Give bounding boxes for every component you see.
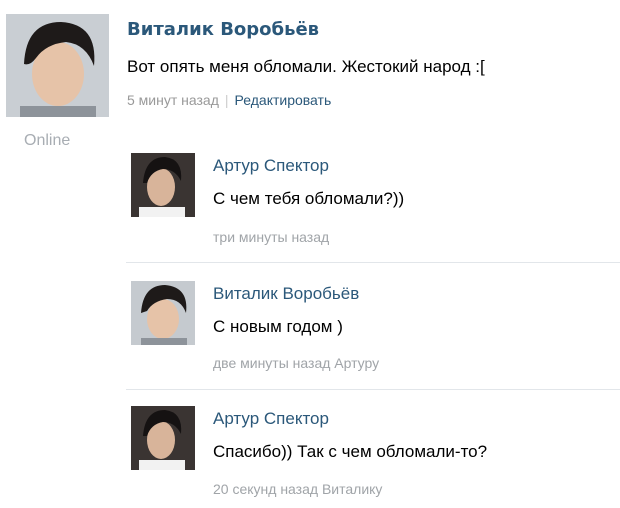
meta-separator: | [224,92,229,108]
comment-avatar[interactable] [131,406,195,470]
comment-timestamp[interactable]: две минуты назад Артуру [213,355,379,371]
post-author-name[interactable]: Виталик Воробьёв [127,19,319,40]
comment-timestamp[interactable]: 20 секунд назад Виталику [213,481,382,497]
comment-text: С новым годом ) [213,317,343,336]
edit-post-link[interactable]: Редактировать [235,92,332,108]
comment-author-name[interactable]: Артур Спектор [213,156,329,176]
comment-text: Спасибо)) Так с чем обломали-то? [213,442,488,461]
comment-author-name[interactable]: Артур Спектор [213,409,329,429]
post-meta: 5 минут назад | Редактировать [127,92,331,108]
comment-timestamp[interactable]: три минуты назад [213,229,329,245]
comment-author-name[interactable]: Виталик Воробьёв [213,284,359,304]
avatar-photo-icon [131,406,195,470]
comment-avatar[interactable] [131,153,195,217]
online-status: Online [24,132,71,149]
comment-avatar[interactable] [131,281,195,345]
post-author-avatar[interactable] [6,14,109,117]
comment-divider [126,389,620,390]
post-timestamp[interactable]: 5 минут назад [127,92,219,108]
comment-text: С чем тебя обломали?)) [213,189,405,208]
comment-divider [126,262,620,263]
avatar-photo-icon [131,153,195,217]
avatar-photo-icon [131,281,195,345]
post-text: Вот опять меня обломали. Жестокий народ … [127,57,485,76]
avatar-photo-icon [6,14,109,117]
